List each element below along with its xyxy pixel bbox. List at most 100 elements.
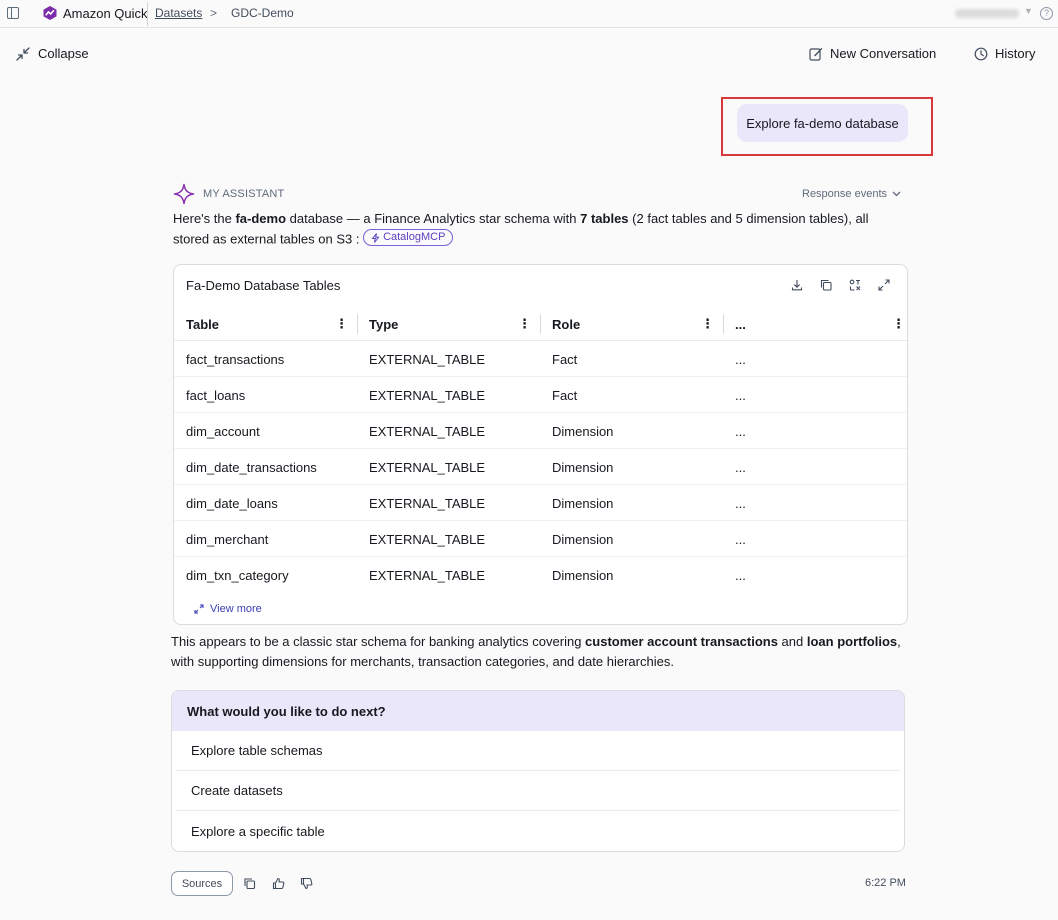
- sources-button[interactable]: Sources: [171, 871, 233, 896]
- thumbs-up-icon[interactable]: [272, 877, 285, 890]
- assistant-intro-text: Here's the fa-demo database — a Finance …: [173, 209, 908, 250]
- next-step-explore-table[interactable]: Explore a specific table: [176, 811, 900, 851]
- cell-table-name: dim_txn_category: [186, 567, 289, 583]
- collapse-icon: [16, 46, 30, 61]
- download-icon[interactable]: [790, 278, 804, 292]
- table-row[interactable]: fact_loans EXTERNAL_TABLE Fact...: [174, 377, 907, 413]
- copy-icon[interactable]: [243, 877, 256, 890]
- cell-table-name: dim_merchant: [186, 531, 269, 547]
- help-icon[interactable]: ?: [1040, 7, 1053, 20]
- column-header-role[interactable]: Role: [552, 307, 580, 341]
- column-menu-icon[interactable]: ⋮: [701, 316, 714, 331]
- topbar-divider: [147, 2, 148, 26]
- user-menu[interactable]: [955, 9, 1019, 18]
- quick-logo-icon: [43, 6, 57, 20]
- table-row[interactable]: dim_txn_category EXTERNAL_TABLE Dimension.…: [174, 557, 907, 593]
- cell-table-name: fact_transactions: [186, 351, 285, 367]
- card-toolbar: [790, 278, 891, 292]
- cell-role: Dimension: [552, 423, 614, 439]
- column-header-type[interactable]: Type: [369, 307, 398, 341]
- message-timestamp: 6:22 PM: [865, 877, 906, 889]
- expand-arrows-icon: [194, 604, 204, 614]
- cell-more: ...: [735, 387, 746, 403]
- pivot-icon[interactable]: [848, 278, 862, 292]
- history-label: History: [995, 46, 1036, 61]
- column-divider[interactable]: [357, 314, 358, 334]
- summary-bold-2: loan portfolios: [806, 634, 898, 649]
- bolt-icon: [371, 232, 380, 243]
- cell-type: EXTERNAL_TABLE: [369, 531, 486, 547]
- table-row[interactable]: dim_date_loans EXTERNAL_TABLE Dimension...: [174, 485, 907, 521]
- cell-more: ...: [735, 459, 746, 475]
- expand-icon[interactable]: [877, 278, 891, 292]
- table-row[interactable]: fact_transactions EXTERNAL_TABLE Fact...: [174, 341, 907, 377]
- collapse-button[interactable]: Collapse: [16, 46, 89, 61]
- column-divider[interactable]: [723, 314, 724, 334]
- tables-card-title: Fa-Demo Database Tables: [186, 278, 341, 293]
- table-header: Table ⋮ Type ⋮ Role ⋮ ... ⋮: [174, 307, 907, 341]
- column-header-table[interactable]: Table: [186, 307, 219, 341]
- history-button[interactable]: History: [974, 46, 1035, 61]
- response-events-toggle[interactable]: Response events: [802, 188, 901, 200]
- breadcrumb-datasets-link[interactable]: Datasets: [155, 6, 202, 20]
- column-menu-icon[interactable]: ⋮: [518, 316, 531, 331]
- cell-type: EXTERNAL_TABLE: [369, 459, 486, 475]
- view-more-link[interactable]: View more: [194, 603, 262, 615]
- column-header-more[interactable]: ...: [735, 307, 746, 341]
- cell-role: Dimension: [552, 459, 614, 475]
- cell-type: EXTERNAL_TABLE: [369, 351, 486, 367]
- cell-role: Dimension: [552, 495, 614, 511]
- cell-type: EXTERNAL_TABLE: [369, 423, 486, 439]
- new-conversation-button[interactable]: New Conversation: [809, 46, 936, 61]
- column-menu-icon[interactable]: ⋮: [335, 316, 348, 331]
- next-steps-heading: What would you like to do next?: [172, 691, 904, 731]
- side-panel-icon[interactable]: [7, 7, 19, 19]
- cell-role: Fact: [552, 387, 578, 403]
- summary-bold-1: customer account transactions: [585, 634, 778, 649]
- cell-role: Dimension: [552, 567, 614, 583]
- table-row[interactable]: dim_merchant EXTERNAL_TABLE Dimension...: [174, 521, 907, 557]
- summary-text-2: and: [777, 634, 807, 649]
- view-more-label: View more: [210, 603, 262, 615]
- column-menu-icon[interactable]: ⋮: [892, 316, 905, 331]
- chevron-down-icon[interactable]: ▼: [1024, 6, 1033, 16]
- catalog-mcp-label: CatalogMCP: [383, 231, 446, 243]
- breadcrumb-chevron-icon: >: [210, 6, 218, 20]
- breadcrumb-current: GDC-Demo: [231, 6, 294, 20]
- intro-text-2: database — a Finance Analytics star sche…: [286, 211, 581, 226]
- brand[interactable]: Amazon Quick: [42, 5, 148, 21]
- cell-table-name: dim_date_transactions: [186, 459, 317, 475]
- response-events-label: Response events: [802, 188, 887, 200]
- top-bar: Amazon Quick Datasets > GDC-Demo ▼ ?: [0, 0, 1058, 28]
- column-divider[interactable]: [540, 314, 541, 334]
- catalog-mcp-badge[interactable]: CatalogMCP: [363, 229, 454, 246]
- cell-table-name: dim_account: [186, 423, 260, 439]
- brand-name: Amazon Quick: [63, 5, 148, 21]
- cell-more: ...: [735, 567, 746, 583]
- new-conversation-label: New Conversation: [830, 46, 937, 61]
- cell-role: Fact: [552, 351, 578, 367]
- edit-icon: [809, 47, 823, 61]
- summary-text-1: This appears to be a classic star schema…: [171, 634, 586, 649]
- sparkle-icon: [173, 183, 195, 205]
- table-row[interactable]: dim_date_transactions EXTERNAL_TABLE Dimen…: [174, 449, 907, 485]
- next-step-create-datasets[interactable]: Create datasets: [176, 771, 900, 811]
- next-step-explore-schemas[interactable]: Explore table schemas: [176, 731, 900, 771]
- cell-more: ...: [735, 351, 746, 367]
- cell-type: EXTERNAL_TABLE: [369, 567, 486, 583]
- cell-more: ...: [735, 495, 746, 511]
- cell-type: EXTERNAL_TABLE: [369, 387, 486, 403]
- next-steps-card: What would you like to do next? Explore …: [171, 690, 905, 852]
- cell-table-name: dim_date_loans: [186, 495, 278, 511]
- assistant-summary-text: This appears to be a classic star schema…: [171, 632, 911, 672]
- table-row[interactable]: dim_account EXTERNAL_TABLE Dimension...: [174, 413, 907, 449]
- chevron-down-icon: [892, 191, 901, 197]
- cell-more: ...: [735, 531, 746, 547]
- user-message-bubble: Explore fa-demo database: [737, 104, 908, 142]
- thumbs-down-icon[interactable]: [300, 877, 313, 890]
- intro-db-name: fa-demo: [235, 211, 287, 226]
- assistant-label: MY ASSISTANT: [203, 188, 285, 200]
- copy-icon[interactable]: [819, 278, 833, 292]
- cell-role: Dimension: [552, 531, 614, 547]
- tables-card: Fa-Demo Database Tables Table ⋮ Type ⋮ R…: [173, 264, 908, 625]
